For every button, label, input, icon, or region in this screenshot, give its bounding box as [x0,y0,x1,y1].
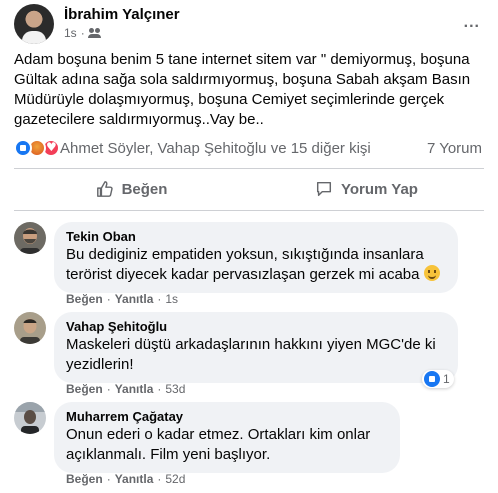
comment-like-link[interactable]: Beğen [66,292,103,306]
comment-text: Onun ederi o kadar etmez. Ortakları kim … [66,426,371,463]
post-text: Adam boşuna benim 5 tane internet sitem … [14,51,471,128]
action-separator: · [106,472,111,486]
action-bar: Beğen Yorum Yap [14,171,484,207]
comment-actions: Beğen · Yanıtla · 1s [66,292,178,306]
comment-like-link[interactable]: Beğen [66,472,103,486]
author-avatar[interactable] [14,4,54,44]
meta-separator: · [80,26,85,40]
comment-count[interactable]: 7 Yorum [427,140,482,157]
comment-text-body: Bu dediginiz empatiden yoksun, sıkıştığı… [66,246,424,283]
action-separator: · [157,292,162,306]
comment-bubble: Vahap Şehitoğlu Maskeleri düştü arkadaşl… [54,312,458,383]
friends-icon[interactable] [87,28,101,38]
comment-bubble: Tekin Oban Bu dediginiz empatiden yoksun… [54,222,458,293]
comment-reply-link[interactable]: Yanıtla [115,292,154,306]
post-time[interactable]: 1s [64,26,77,40]
grinning-emoji-icon [423,265,440,281]
thumbs-up-icon [96,181,113,197]
comment-reaction-count: 1 [443,372,450,386]
comment-bubble: Muharrem Çağatay Onun ederi o kadar etme… [54,402,400,473]
more-options-icon[interactable]: ... [464,14,480,32]
like-reaction-icon [424,371,440,387]
comment-button-label: Yorum Yap [341,180,418,198]
like-reaction-icon [14,139,32,157]
author-name[interactable]: İbrahim Yalçıner [64,6,180,23]
commenter-name[interactable]: Tekin Oban [66,229,446,245]
like-button[interactable]: Beğen [14,171,249,207]
commenter-avatar[interactable] [14,312,46,344]
commenter-name[interactable]: Vahap Şehitoğlu [66,319,446,335]
divider [14,168,484,169]
comment-reply-link[interactable]: Yanıtla [115,472,154,486]
comment-time[interactable]: 52d [165,472,185,486]
comment-reaction-badge[interactable]: 1 [422,370,454,388]
reaction-names[interactable]: Ahmet Söyler, Vahap Şehitoğlu ve 15 diğe… [60,140,371,157]
comment-button[interactable]: Yorum Yap [249,171,484,207]
action-separator: · [106,382,111,396]
reactions-summary: Ahmet Söyler, Vahap Şehitoğlu ve 15 diğe… [14,138,484,160]
divider [14,210,484,211]
comment-actions: Beğen · Yanıtla · 52d [66,472,185,486]
comment-text: Bu dediginiz empatiden yoksun, sıkıştığı… [66,245,446,285]
commenter-avatar[interactable] [14,222,46,254]
action-separator: · [106,292,111,306]
commenter-avatar[interactable] [14,402,46,434]
commenter-name[interactable]: Muharrem Çağatay [66,409,388,425]
post-header: İbrahim Yalçıner 1s · ... [14,4,484,44]
like-button-label: Beğen [121,180,168,198]
comment-icon [316,181,332,197]
comment-text: Maskeleri düştü arkadaşlarının hakkını y… [66,336,436,373]
action-separator: · [157,472,162,486]
comment-time[interactable]: 53d [165,382,185,396]
action-separator: · [157,382,162,396]
comment-like-link[interactable]: Beğen [66,382,103,396]
comment-reply-link[interactable]: Yanıtla [115,382,154,396]
comment-actions: Beğen · Yanıtla · 53d [66,382,185,396]
comment-time[interactable]: 1s [165,292,178,306]
post-meta: 1s · [64,26,101,40]
